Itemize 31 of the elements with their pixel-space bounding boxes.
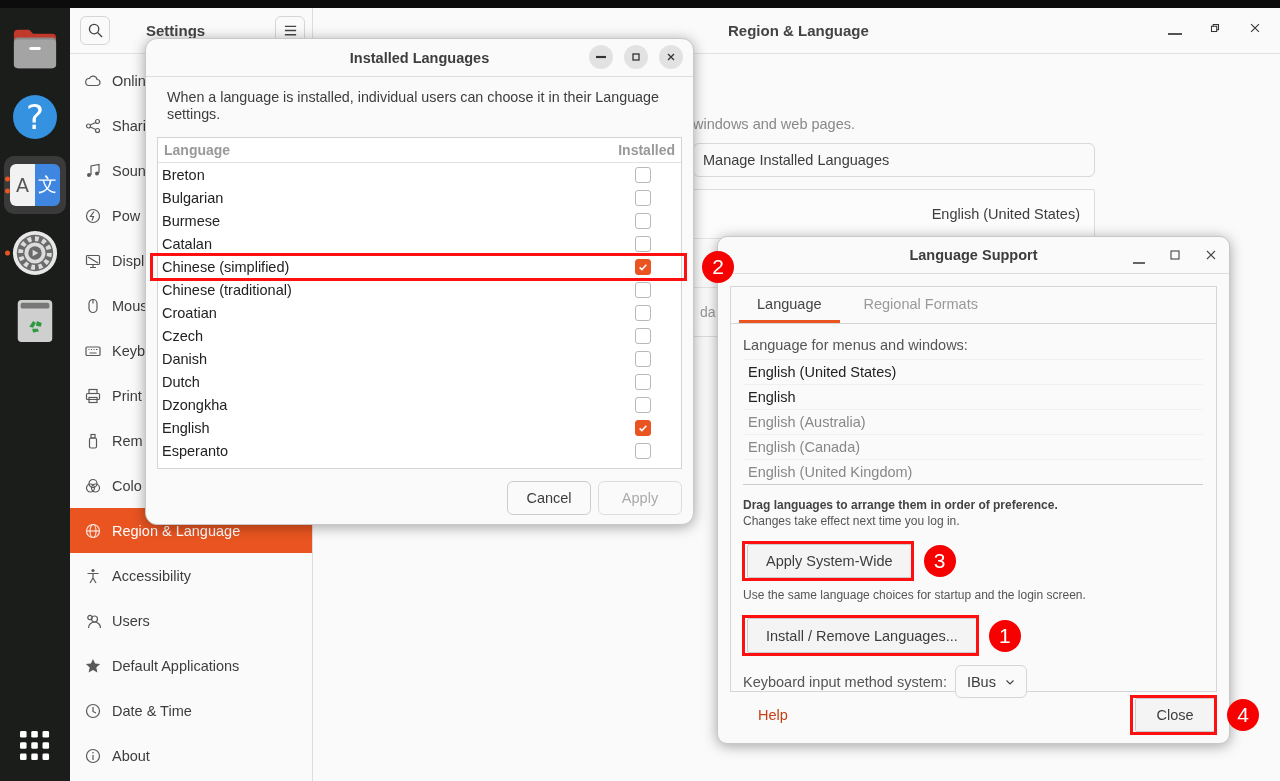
drag-hint: Drag languages to arrange them in order of preference.: [743, 498, 1058, 512]
column-header: Language: [164, 142, 231, 158]
language-name: Esperanto: [162, 442, 229, 459]
dialog-title: Language Support: [909, 247, 1038, 263]
input-method-label: Keyboard input method system:: [743, 673, 947, 690]
step-marker: 1: [988, 619, 1021, 652]
language-name: Chinese (simplified): [162, 258, 290, 275]
step-marker: 4: [1227, 699, 1259, 731]
drag-note: Changes take effect next time you log in.: [743, 514, 960, 528]
intro-text: When a language is installed, individual users can choose it in their Language settings.: [167, 89, 660, 123]
language-name: Chinese (traditional): [162, 281, 292, 298]
language-name: Czech: [162, 327, 204, 344]
row-subtitle: da: [700, 304, 716, 320]
language-name: Bulgarian: [162, 189, 224, 206]
language-value: English (United States): [931, 206, 1080, 222]
sidebar-title: Settings: [146, 22, 206, 39]
column-header: Installed: [618, 142, 675, 158]
language-name: Burmese: [162, 212, 221, 229]
page-title: Region & Language: [728, 22, 869, 39]
list-label: Language for menus and windows:: [743, 337, 968, 353]
dialog-title: Installed Languages: [349, 49, 490, 66]
step-marker: 3: [923, 545, 956, 577]
apply-note: Use the same language choices for startup and the login screen.: [743, 588, 1086, 602]
language-name: Dzongkha: [162, 396, 228, 413]
language-name: Croatian: [162, 304, 217, 321]
description-text: windows and web pages.: [693, 116, 857, 132]
language-name: English: [162, 419, 210, 436]
language-name: Dutch: [162, 373, 200, 390]
language-name: Breton: [162, 166, 205, 183]
language-name: Danish: [162, 350, 208, 367]
language-name: Catalan: [162, 235, 212, 252]
